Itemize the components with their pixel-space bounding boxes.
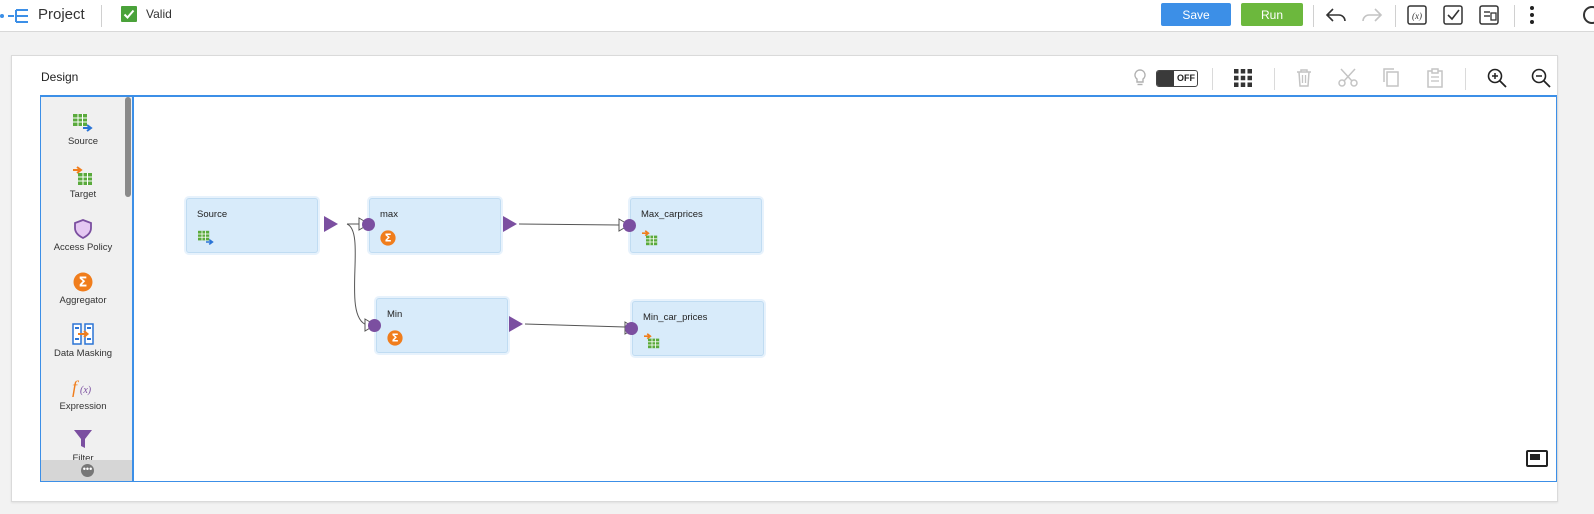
svg-text:(x): (x) [1412, 11, 1422, 21]
node-label: Source [197, 209, 228, 220]
divider [1514, 5, 1515, 27]
target-icon [644, 333, 660, 349]
link-max-maxcarprices [518, 223, 620, 226]
zoom-in-icon[interactable] [1485, 66, 1509, 90]
help-icon[interactable] [1580, 3, 1594, 27]
copy-icon[interactable] [1379, 66, 1403, 90]
link-source-min [346, 223, 368, 326]
input-port[interactable] [625, 322, 638, 335]
node-label: max [380, 209, 398, 220]
lightbulb-icon[interactable] [1128, 66, 1152, 90]
design-panel: Design OFF Source Target Access Policy Σ… [11, 55, 1558, 502]
delete-icon[interactable] [1292, 66, 1316, 90]
redo-icon[interactable] [1360, 3, 1384, 27]
divider [1274, 68, 1275, 90]
link-min-mincarprices [524, 323, 626, 328]
parameters-icon[interactable]: (x) [1405, 3, 1429, 27]
toggle-state: OFF [1177, 73, 1195, 83]
run-button[interactable]: Run [1241, 3, 1303, 26]
flow-links [346, 217, 636, 335]
minimap-toggle-icon[interactable] [1526, 450, 1548, 467]
project-breadcrumb[interactable]: Project [38, 6, 85, 23]
valid-check-icon [121, 6, 137, 22]
output-port[interactable] [324, 216, 338, 232]
validation-status: Valid [146, 7, 172, 21]
cut-icon[interactable] [1336, 66, 1360, 90]
source-icon [198, 230, 214, 246]
validate-icon[interactable] [1441, 3, 1465, 27]
input-port[interactable] [623, 219, 636, 232]
svg-text:Σ: Σ [391, 333, 398, 345]
mapping-icon [0, 9, 28, 23]
output-port[interactable] [503, 216, 517, 232]
node-label: Min [387, 309, 403, 320]
output-port[interactable] [509, 316, 523, 332]
save-button[interactable]: Save [1161, 3, 1231, 26]
target-icon [642, 230, 658, 246]
properties-icon[interactable] [1477, 3, 1501, 27]
top-toolbar: Project Valid Save Run (x) [0, 0, 1594, 32]
aggregator-icon: Σ [387, 330, 403, 346]
undo-icon[interactable] [1324, 3, 1348, 27]
divider [1465, 68, 1466, 90]
divider [1313, 5, 1314, 27]
svg-text:Σ: Σ [384, 233, 391, 245]
flow-node-max[interactable]: max Σ [369, 198, 501, 253]
divider [101, 5, 102, 27]
toggle-knob [1157, 71, 1174, 86]
node-label: Max_carprices [641, 209, 703, 220]
input-port[interactable] [362, 218, 375, 231]
flow-node-source[interactable]: Source [186, 198, 318, 253]
arrange-grid-icon[interactable] [1231, 66, 1255, 90]
design-panel-title: Design [41, 70, 79, 84]
zoom-out-icon[interactable] [1529, 66, 1553, 90]
aggregator-icon: Σ [380, 230, 396, 246]
more-options-icon[interactable] [1520, 3, 1544, 27]
divider [1395, 5, 1396, 27]
divider [1212, 68, 1213, 90]
mapping-canvas[interactable]: Source Target Access Policy Σ Aggregator… [40, 95, 1557, 482]
flow-node-min[interactable]: Min Σ [376, 298, 508, 353]
flow-node-min-car-prices[interactable]: Min_car_prices [632, 301, 764, 356]
node-label: Min_car_prices [643, 312, 708, 323]
input-port[interactable] [368, 319, 381, 332]
smart-link-toggle[interactable]: OFF [1156, 70, 1198, 87]
paste-icon[interactable] [1423, 66, 1447, 90]
flow-node-max-carprices[interactable]: Max_carprices [630, 198, 762, 253]
